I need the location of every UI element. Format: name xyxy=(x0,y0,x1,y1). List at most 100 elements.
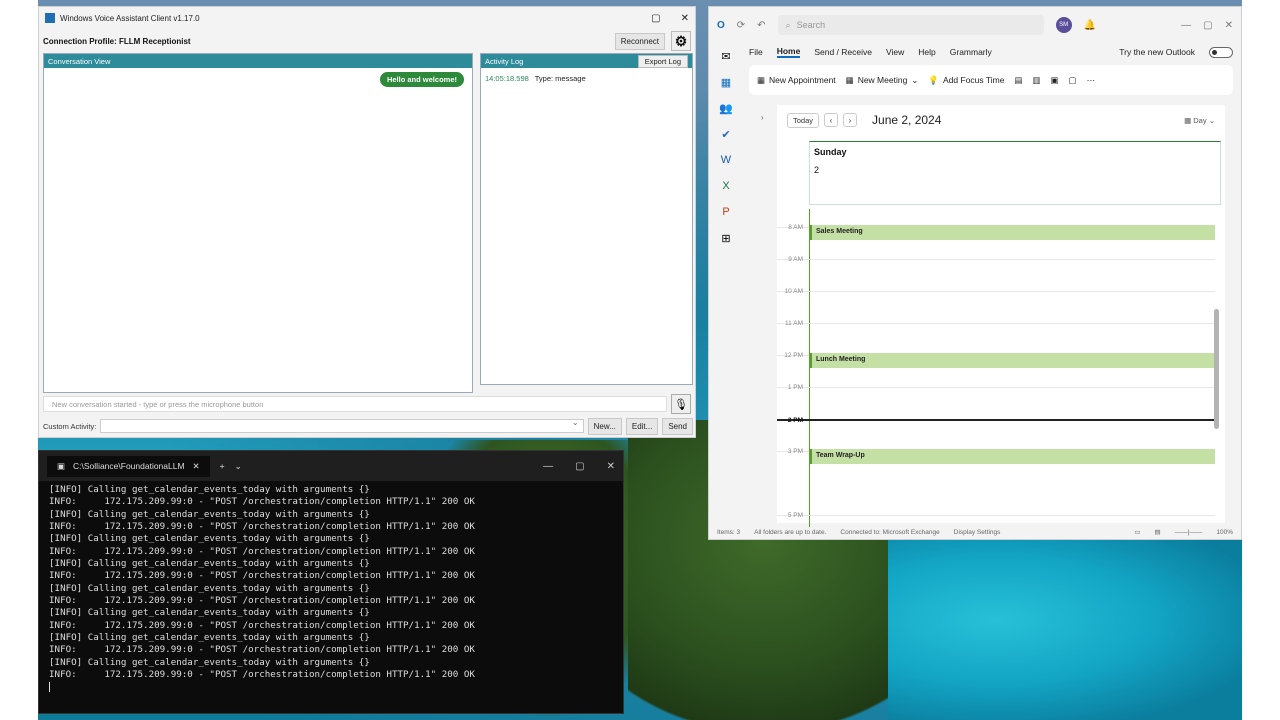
view-day-icon[interactable]: ▤ xyxy=(1014,75,1022,86)
excel-icon[interactable]: X xyxy=(719,179,733,193)
maximize-icon[interactable]: ▢ xyxy=(651,13,660,24)
minimize-icon[interactable]: — xyxy=(1181,20,1191,31)
gear-icon[interactable]: ⚙ xyxy=(671,31,691,51)
powerpoint-icon[interactable]: P xyxy=(719,205,733,219)
calendar-event[interactable]: Sales Meeting xyxy=(809,225,1215,240)
new-meeting-button[interactable]: ▦ New Meeting ⌄ xyxy=(846,75,919,86)
outlook-window: O ⟳ ↶ ⌕ Search SM 🔔 — ▢ ✕ ✉ ▦ 👥 ✔ W X P … xyxy=(708,6,1242,540)
menu-view[interactable]: View xyxy=(886,47,904,57)
view-label: Day xyxy=(1193,115,1207,125)
menu-grammarly[interactable]: Grammarly xyxy=(950,47,992,57)
new-appointment-button[interactable]: ▦ New Appointment xyxy=(757,75,836,86)
view-month-icon[interactable]: ▣ xyxy=(1051,75,1059,86)
today-button[interactable]: Today xyxy=(787,112,820,128)
hour-label: 8 AM xyxy=(788,224,803,231)
add-focus-label: Add Focus Time xyxy=(943,75,1005,85)
terminal-tab[interactable]: ▣ C:\Solliance\FoundationaLLM ✕ xyxy=(47,455,210,477)
add-focus-time-button[interactable]: 💡 Add Focus Time xyxy=(928,75,1004,86)
terminal-output[interactable]: [INFO] Calling get_calendar_events_today… xyxy=(39,481,623,699)
view-week-icon[interactable]: ▥ xyxy=(1032,75,1040,86)
calendar-icon[interactable]: ▦ xyxy=(719,75,733,89)
hour-row[interactable]: 9 AM xyxy=(777,256,1215,291)
calendar-add-icon: ▦ xyxy=(757,74,766,85)
edit-button[interactable]: Edit... xyxy=(625,417,659,435)
search-input[interactable]: ⌕ Search xyxy=(777,15,1044,35)
menu-home[interactable]: Home xyxy=(776,46,801,58)
custom-activity-select[interactable] xyxy=(100,418,584,433)
hour-row[interactable]: 11 AM xyxy=(777,320,1215,355)
terminal-line: INFO: 172.175.209.99:0 - "POST /orchestr… xyxy=(49,521,475,533)
people-icon[interactable]: 👥 xyxy=(719,101,733,115)
try-new-outlook-toggle[interactable] xyxy=(1209,46,1233,58)
calendar-event[interactable]: Lunch Meeting xyxy=(809,353,1215,368)
meeting-icon: ▦ xyxy=(845,74,854,85)
send-button[interactable]: Send xyxy=(662,417,693,435)
app-icon xyxy=(45,13,55,23)
more-icon[interactable]: ⋯ xyxy=(1087,75,1096,86)
next-day-button[interactable]: › xyxy=(843,113,858,127)
new-button[interactable]: New... xyxy=(587,417,622,435)
close-icon[interactable]: ✕ xyxy=(1225,20,1233,31)
terminal-line: INFO: 172.175.209.99:0 - "POST /orchestr… xyxy=(49,496,475,508)
chevron-down-icon[interactable]: ⌄ xyxy=(235,461,242,472)
prev-day-button[interactable]: ‹ xyxy=(824,113,839,127)
microphone-icon[interactable]: 🎙 xyxy=(671,394,691,414)
search-placeholder: Search xyxy=(796,20,826,30)
status-bar: Items: 3 All folders are up to date. Con… xyxy=(717,525,1233,539)
hour-label: 1 PM xyxy=(787,384,803,391)
items-count: Items: 3 xyxy=(717,528,741,536)
minimize-icon[interactable]: — xyxy=(543,461,553,472)
todo-icon[interactable]: ✔ xyxy=(719,127,733,141)
view-schedule-icon[interactable]: ▢ xyxy=(1069,75,1077,86)
menu-help[interactable]: Help xyxy=(918,47,935,57)
view-selector[interactable]: ▦ Day ⌄ xyxy=(1184,116,1215,125)
hour-row[interactable]: 1 PM xyxy=(777,384,1215,419)
hour-label: 11 AM xyxy=(785,320,803,327)
terminal-line: [INFO] Calling get_calendar_events_today… xyxy=(49,484,370,495)
maximize-icon[interactable]: ▢ xyxy=(1203,20,1212,31)
connection-status: Connected to: Microsoft Exchange xyxy=(840,528,940,536)
log-type: Type: message xyxy=(534,74,586,83)
close-icon[interactable]: ✕ xyxy=(193,461,200,472)
calendar-event[interactable]: Team Wrap-Up xyxy=(809,449,1215,464)
reading-view-icon[interactable]: ▤ xyxy=(1155,528,1161,536)
terminal-tab-title: C:\Solliance\FoundationaLLM xyxy=(73,461,185,471)
close-icon[interactable]: ✕ xyxy=(681,13,689,24)
undo-icon[interactable]: ↶ xyxy=(757,20,765,31)
mail-icon[interactable]: ✉ xyxy=(719,49,733,63)
activity-log-panel: Activity Log Export Log 14:05:18.598 Typ… xyxy=(480,53,693,385)
apps-icon[interactable]: ⊞ xyxy=(719,231,733,245)
maximize-icon[interactable]: ▢ xyxy=(575,461,584,472)
display-settings-button[interactable]: Display Settings xyxy=(954,529,1001,536)
close-icon[interactable]: ✕ xyxy=(607,461,615,472)
outlook-titlebar: O ⟳ ↶ ⌕ Search SM 🔔 — ▢ ✕ xyxy=(709,7,1241,43)
new-tab-icon[interactable]: + xyxy=(220,461,225,471)
export-log-button[interactable]: Export Log xyxy=(637,54,688,68)
bell-icon[interactable]: 🔔 xyxy=(1084,20,1096,31)
menu-file[interactable]: File xyxy=(749,47,763,57)
word-icon[interactable]: W xyxy=(719,153,733,167)
message-input[interactable]: New conversation started - type or press… xyxy=(43,396,667,412)
log-entry[interactable]: 14:05:18.598 Type: message xyxy=(485,74,586,83)
avatar[interactable]: SM xyxy=(1055,17,1072,33)
scrollbar-thumb[interactable] xyxy=(1214,309,1219,429)
sync-icon[interactable]: ⟳ xyxy=(737,20,745,31)
expand-folder-pane-icon[interactable]: › xyxy=(761,113,764,122)
hour-row[interactable]: 10 AM xyxy=(777,288,1215,323)
hour-label: 5 PM xyxy=(787,512,803,519)
profile-row: Connection Profile: FLLM Receptionist Re… xyxy=(39,29,695,53)
zoom-slider[interactable]: ——|—— xyxy=(1175,529,1203,536)
terminal-line: INFO: 172.175.209.99:0 - "POST /orchestr… xyxy=(49,669,475,681)
calendar-day-view: Today ‹ › June 2, 2024 ▦ Day ⌄ Sunday 2 … xyxy=(777,105,1225,527)
voice-window-title: Windows Voice Assistant Client v1.17.0 xyxy=(60,13,200,23)
current-time-row[interactable]: 2 PM xyxy=(777,417,1215,451)
calendar-scrollbar[interactable] xyxy=(1214,209,1219,523)
calendar-nav: Today ‹ › June 2, 2024 ▦ Day ⌄ xyxy=(777,105,1225,135)
terminal-line: INFO: 172.175.209.99:0 - "POST /orchestr… xyxy=(49,644,475,656)
day-header: Sunday 2 xyxy=(809,141,1221,205)
menu-send-receive[interactable]: Send / Receive xyxy=(814,47,872,57)
reconnect-button[interactable]: Reconnect xyxy=(614,32,665,50)
outlook-logo-icon: O xyxy=(717,19,725,31)
normal-view-icon[interactable]: ▭ xyxy=(1134,528,1140,536)
try-new-outlook-label: Try the new Outlook xyxy=(1119,47,1195,57)
